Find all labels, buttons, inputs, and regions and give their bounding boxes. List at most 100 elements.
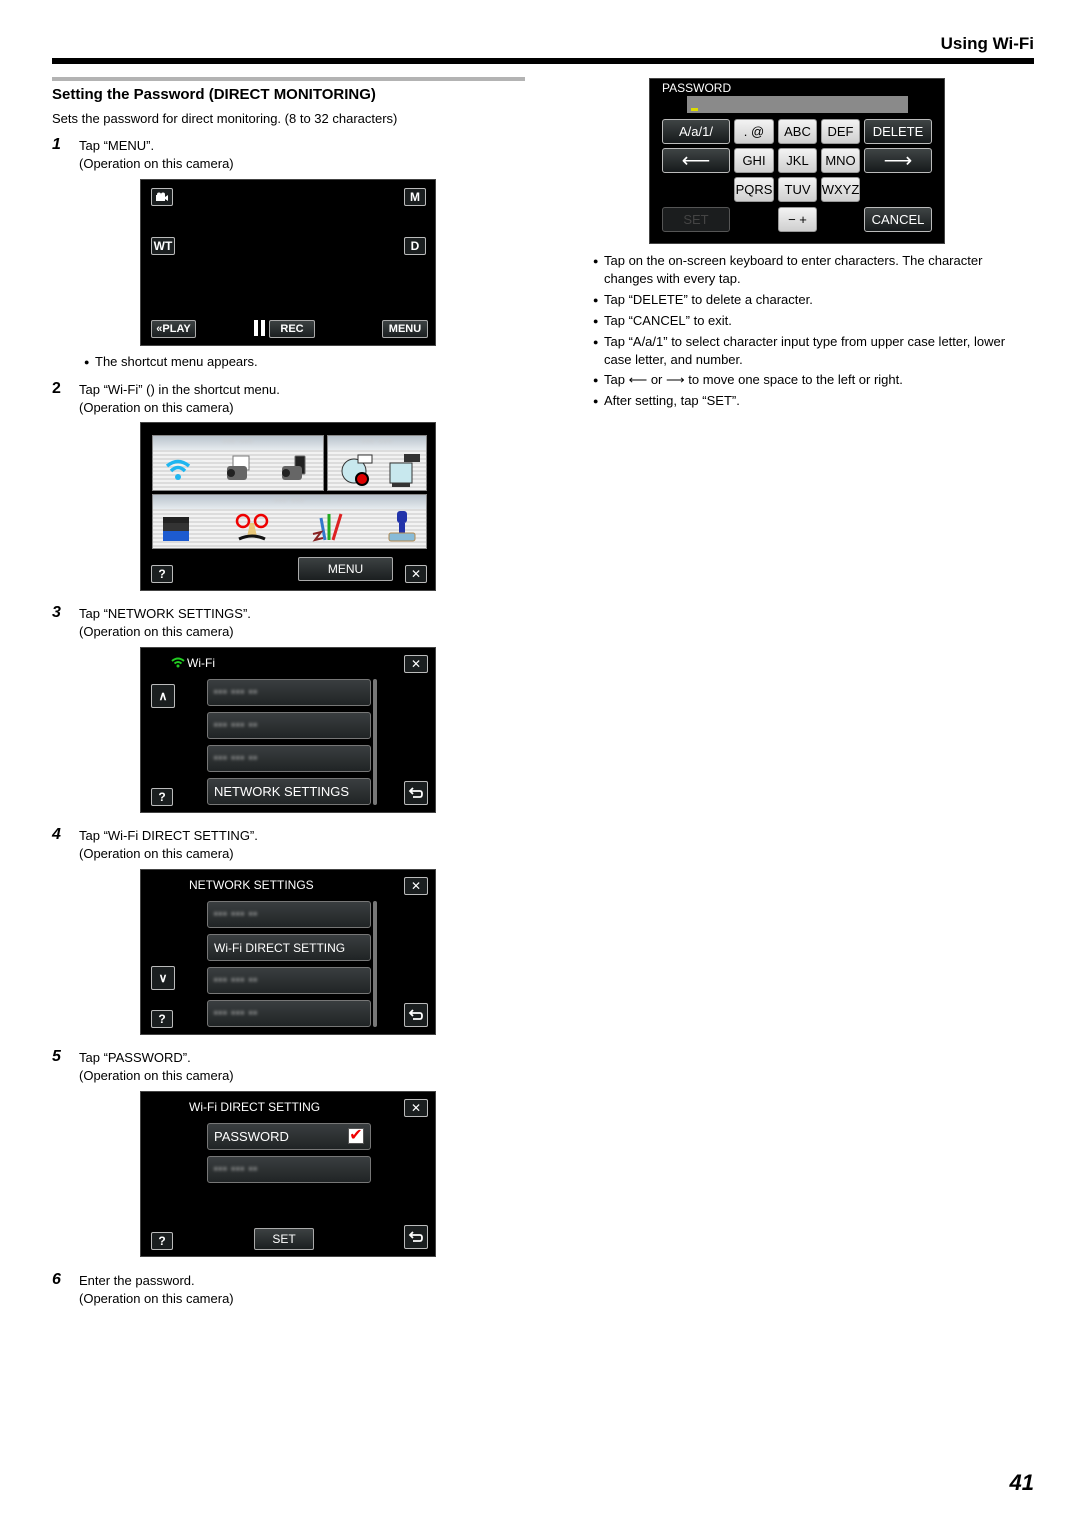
step-number: 3 (52, 604, 61, 621)
delete-button[interactable]: DELETE (864, 119, 932, 144)
name-on-icon[interactable] (388, 453, 422, 487)
camera-screen-wifi-menu: Wi-Fi ✕ ∧ ▪▪▪ ▪▪▪ ▪▪ ▪▪▪ ▪▪▪ ▪▪ ▪▪▪ ▪▪▪ … (140, 647, 436, 813)
key-ghi[interactable]: GHI (734, 148, 774, 173)
step-number: 2 (52, 380, 61, 397)
password-input[interactable] (687, 96, 908, 113)
section-title: Setting the Password (DIRECT MONITORING) (52, 86, 376, 103)
key-minus-plus[interactable]: − + (778, 207, 817, 232)
section-rule (52, 77, 525, 81)
camera-screen-password-keyboard: PASSWORD A/a/1/ . @ ABC DEF DELETE ⟵ GHI… (649, 78, 945, 244)
page-number: 41 (1009, 1470, 1034, 1495)
close-button[interactable]: ✕ (405, 565, 427, 583)
menu-item-wifi-direct-setting[interactable]: Wi-Fi DIRECT SETTING (207, 934, 371, 961)
back-arrow-icon (408, 1009, 423, 1020)
checkmark-icon: ✔ (348, 1127, 364, 1144)
manual-mode-button[interactable]: M (404, 188, 426, 206)
stamp-icon[interactable] (385, 509, 419, 545)
key-mno[interactable]: MNO (821, 148, 860, 173)
funny-glasses-icon[interactable] (233, 511, 273, 545)
back-arrow-icon (408, 1231, 423, 1242)
key-dot-at[interactable]: . @ (734, 119, 774, 144)
camera-send-icon[interactable] (223, 454, 253, 484)
cancel-button[interactable]: CANCEL (864, 207, 932, 232)
screen-title: NETWORK SETTINGS (189, 878, 314, 892)
close-button[interactable]: ✕ (404, 877, 428, 895)
menu-button[interactable]: MENU (298, 557, 393, 581)
pens-icon[interactable] (311, 510, 345, 544)
key-tuv[interactable]: TUV (778, 177, 817, 202)
pause-icon-bar (261, 320, 265, 336)
note-item: Tap ⟵ or ⟶ to move one space to the left… (593, 372, 903, 388)
header-rule (52, 58, 1034, 64)
step-text: Tap “Wi-Fi” () in the shortcut menu. (Ope… (79, 382, 280, 415)
step-text: Tap “NETWORK SETTINGS”. (Operation on thi… (79, 606, 251, 639)
step-text: Tap “PASSWORD”. (Operation on this camera… (79, 1050, 234, 1083)
shortcut-group-effects: ▪▪▪ ▪▪▪ (152, 494, 427, 549)
scrollbar[interactable] (373, 901, 377, 1027)
set-button-disabled[interactable]: SET (662, 207, 730, 232)
camera-screen-network-settings: NETWORK SETTINGS ✕ ▪▪▪ ▪▪▪ ▪▪ Wi-Fi DIRE… (140, 869, 436, 1035)
wifi-icon[interactable] (165, 456, 191, 482)
rec-button[interactable]: REC (269, 320, 315, 338)
camera-phone-icon[interactable] (279, 454, 309, 484)
key-jkl[interactable]: JKL (778, 148, 817, 173)
rec-off-icon[interactable] (340, 453, 374, 487)
note-item: Tap “A/a/1” to select character input ty… (593, 334, 1005, 349)
help-button[interactable]: ? (151, 565, 173, 583)
shortcut-group-settings: ▪▪▪ ▪▪▪ (327, 435, 427, 491)
text-cursor (691, 108, 698, 111)
key-wxyz[interactable]: WXYZ (821, 177, 860, 202)
step-number: 6 (52, 1271, 61, 1288)
help-button[interactable]: ? (151, 1232, 173, 1250)
step-text: Enter the password. (Operation on this ca… (79, 1273, 234, 1306)
step-number: 5 (52, 1048, 61, 1065)
scrollbar[interactable] (373, 679, 377, 805)
set-button[interactable]: SET (254, 1228, 314, 1250)
scroll-down-button[interactable]: ∨ (151, 966, 175, 990)
screen-title: Wi-Fi DIRECT SETTING (189, 1100, 321, 1114)
back-button[interactable] (404, 1003, 428, 1027)
menu-item[interactable]: ▪▪▪ ▪▪▪ ▪▪ (207, 967, 371, 994)
step-number: 4 (52, 826, 61, 843)
zoom-wt-button[interactable]: WT (151, 237, 175, 255)
clapperboard-icon[interactable] (161, 511, 193, 543)
menu-button[interactable]: MENU (382, 320, 428, 338)
menu-item[interactable]: ▪▪▪ ▪▪▪ ▪▪ (207, 679, 371, 706)
menu-item-password[interactable]: PASSWORD ✔ (207, 1123, 371, 1150)
cursor-left-button[interactable]: ⟵ (662, 148, 730, 173)
help-button[interactable]: ? (151, 1010, 173, 1028)
key-def[interactable]: DEF (821, 119, 860, 144)
menu-item[interactable]: ▪▪▪ ▪▪▪ ▪▪ (207, 1000, 371, 1027)
menu-item[interactable]: ▪▪▪ ▪▪▪ ▪▪ (207, 901, 371, 928)
help-button[interactable]: ? (151, 788, 173, 806)
camera-screen-wifi-direct-setting: Wi-Fi DIRECT SETTING ✕ PASSWORD ✔ ▪▪▪ ▪▪… (140, 1091, 436, 1257)
key-mode[interactable]: A/a/1/ (662, 119, 730, 144)
header-title: Using Wi-Fi (940, 34, 1034, 53)
cursor-right-button[interactable]: ⟶ (864, 148, 932, 173)
key-abc[interactable]: ABC (778, 119, 817, 144)
back-button[interactable] (404, 1225, 428, 1249)
video-camera-icon[interactable] (151, 188, 173, 206)
back-button[interactable] (404, 781, 428, 805)
menu-item[interactable]: ▪▪▪ ▪▪▪ ▪▪ (207, 745, 371, 772)
note-item: After setting, tap “SET”. (593, 393, 740, 408)
note-item-continued: changes with every tap. (604, 271, 741, 286)
scroll-up-button[interactable]: ∧ (151, 684, 175, 708)
key-pqrs[interactable]: PQRS (734, 177, 774, 202)
play-button[interactable]: «PLAY (151, 320, 196, 338)
camera-screen-record: M WT D «PLAY REC MENU (140, 179, 436, 346)
menu-item[interactable]: ▪▪▪ ▪▪▪ ▪▪ (207, 1156, 371, 1183)
camera-screen-shortcut-menu: ▪▪▪ ▪▪▪ ▪▪▪ ▪▪▪ ▪▪▪ ▪▪▪ ? MENU ✕ (140, 422, 436, 591)
step-text: Tap “Wi-Fi DIRECT SETTING”. (Operation on… (79, 828, 258, 861)
close-button[interactable]: ✕ (404, 1099, 428, 1117)
pause-icon (254, 320, 258, 336)
close-button[interactable]: ✕ (404, 655, 428, 673)
d-button[interactable]: D (404, 237, 426, 255)
note-item: Tap “CANCEL” to exit. (593, 313, 732, 328)
menu-item[interactable]: ▪▪▪ ▪▪▪ ▪▪ (207, 712, 371, 739)
screen-title: Wi-Fi (187, 656, 215, 670)
step-1-note: The shortcut menu appears. (84, 354, 258, 369)
note-item: Tap “DELETE” to delete a character. (593, 292, 813, 307)
menu-item-network-settings[interactable]: NETWORK SETTINGS (207, 778, 371, 805)
menu-item-label: PASSWORD (214, 1129, 289, 1144)
